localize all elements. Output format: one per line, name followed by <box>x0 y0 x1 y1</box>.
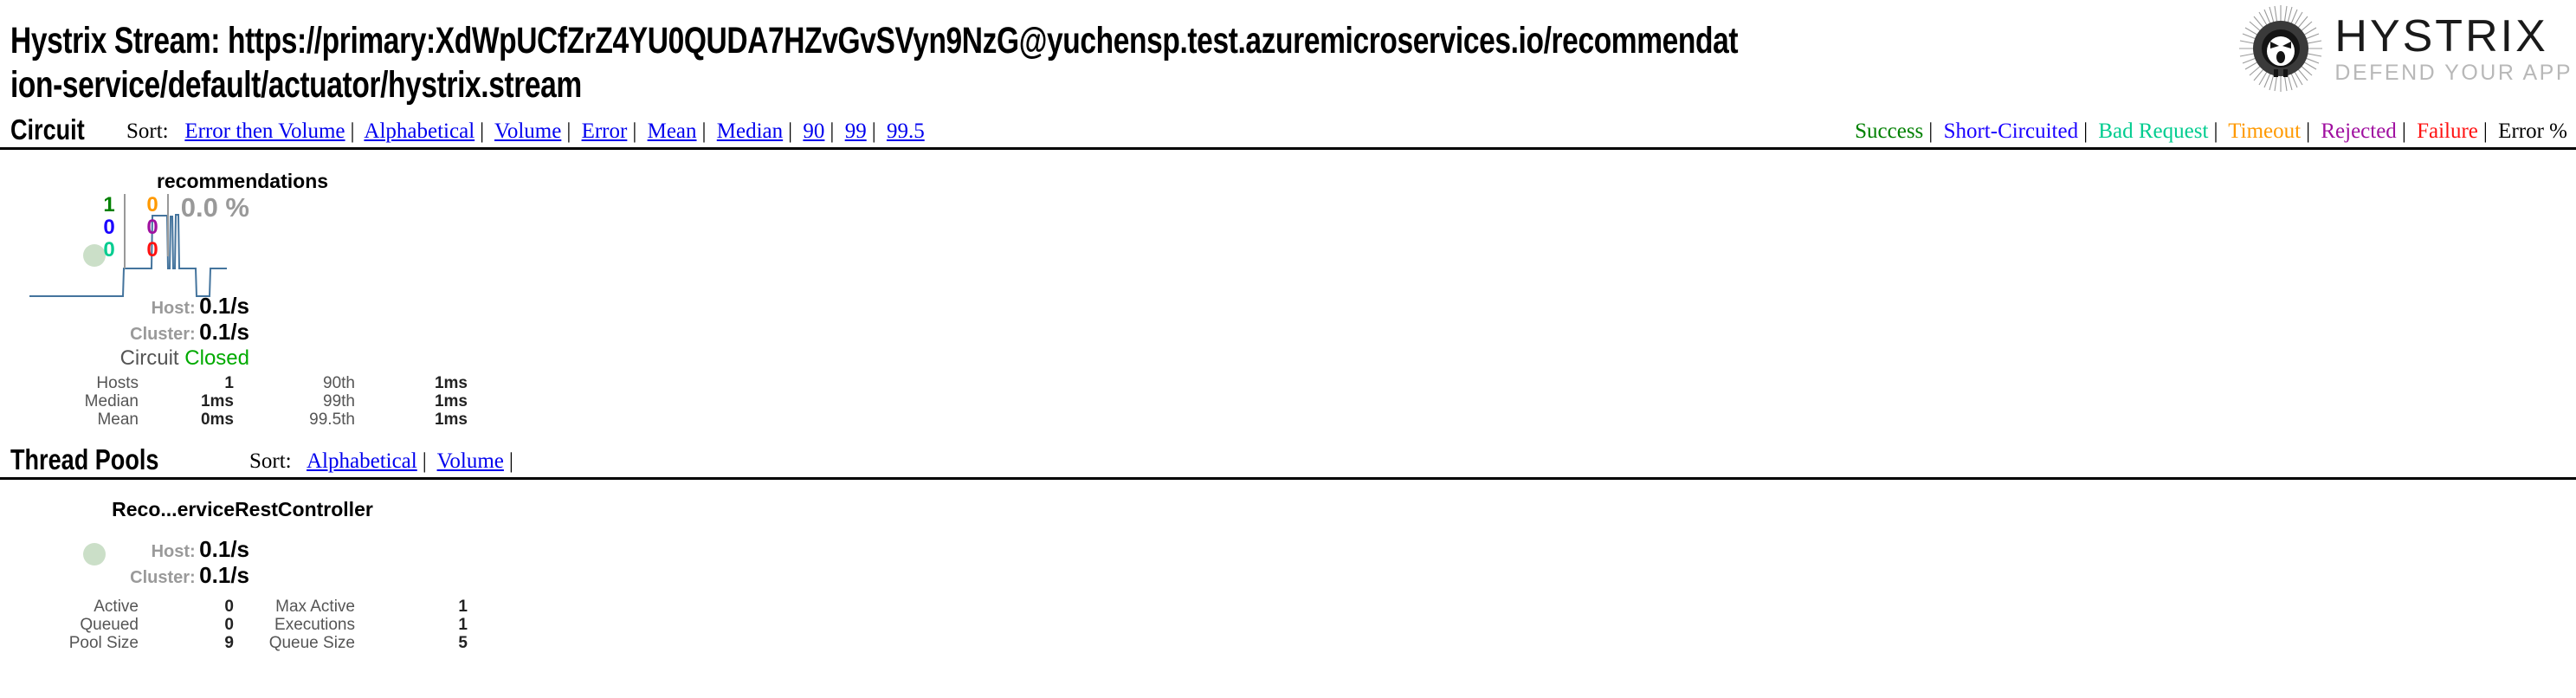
counter-column-left: 1 0 0 <box>91 194 124 262</box>
tp-value-queued: 0 <box>224 616 234 634</box>
legend-bad-request: Bad Request <box>2098 120 2209 143</box>
threadpool-section-header: Thread Pools Sort: Alphabetical | Volume | <box>0 443 2576 480</box>
threadpool-name: Reco...erviceRestController <box>112 498 373 520</box>
circuit-sort-99[interactable]: 99 <box>845 120 867 143</box>
threadpool-monitor-card[interactable]: Reco...erviceRestController Host: 0.1/s … <box>17 498 468 698</box>
tp-value-pool-size: 9 <box>224 634 234 652</box>
threadpool-sort-controls: Sort: Alphabetical | Volume | <box>249 449 513 473</box>
counter-column-right: 0 0 0 <box>134 194 167 262</box>
circuit-sort-995[interactable]: 99.5 <box>887 120 925 143</box>
legend-success: Success <box>1855 120 1924 143</box>
hystrix-porcupine-icon <box>2239 5 2323 92</box>
table-row: Queued 0 Executions 1 <box>17 616 468 634</box>
threadpool-stats-table: Active 0 Max Active 1 Queued 0 Execution… <box>17 598 468 652</box>
tp-value-max-active: 1 <box>458 598 468 616</box>
tp-label-max-active: Max Active <box>275 598 355 616</box>
circuit-legend: Success | Short-Circuited | Bad Request | T… <box>1855 120 2567 143</box>
stat-label-995th: 99.5th <box>309 410 355 429</box>
counter-divider-1 <box>123 194 126 268</box>
threadpool-host-rate-row: Host: 0.1/s <box>152 536 249 563</box>
circuit-sort-label: Sort: <box>126 120 169 143</box>
table-row: Pool Size 9 Queue Size 5 <box>17 634 468 652</box>
circuit-sort-alphabetical[interactable]: Alphabetical <box>364 120 475 143</box>
hystrix-dashboard: Hystrix Stream: https://primary:XdWpUCfZ… <box>0 0 2576 698</box>
legend-short-circuited: Short-Circuited <box>1943 120 2079 143</box>
stream-url: https://primary:XdWpUCfZrZ4YU0QUDA7HZvGv… <box>10 20 1739 106</box>
threadpool-sort-alphabetical[interactable]: Alphabetical <box>307 449 417 473</box>
tp-value-queue-size: 5 <box>458 634 468 652</box>
table-row: Active 0 Max Active 1 <box>17 598 468 616</box>
stream-title-prefix: Hystrix Stream: <box>10 20 221 61</box>
stat-value-995th: 1ms <box>434 410 468 429</box>
stat-label-99th: 99th <box>323 392 355 410</box>
tp-label-active: Active <box>94 598 139 616</box>
legend-failure: Failure <box>2417 120 2478 143</box>
stat-value-99th: 1ms <box>434 392 468 410</box>
counter-success: 1 <box>103 193 115 217</box>
stat-label-mean: Mean <box>97 410 139 429</box>
circuit-state-value: Closed <box>184 346 249 370</box>
circuit-name: recommendations <box>156 170 329 192</box>
logo-wordmark: HYSTRIX <box>2334 10 2548 61</box>
threadpool-cluster-rate-row: Cluster: 0.1/s <box>130 562 249 589</box>
logo-tagline: DEFEND YOUR APP <box>2334 60 2573 85</box>
circuit-cluster-rate: 0.1/s <box>199 319 249 345</box>
threadpool-cluster-label: Cluster: <box>130 568 196 587</box>
page-title: Hystrix Stream: https://primary:XdWpUCfZ… <box>10 19 1740 107</box>
circuit-sort-volume[interactable]: Volume <box>494 120 561 143</box>
counter-rejected: 0 <box>146 216 158 239</box>
tp-label-executions: Executions <box>274 616 355 634</box>
threadpool-host-label: Host: <box>151 542 196 561</box>
table-row: Mean 0ms 99.5th 1ms <box>17 410 468 429</box>
circuit-sort-mean[interactable]: Mean <box>648 120 697 143</box>
threadpool-host-rate: 0.1/s <box>199 536 249 562</box>
circuit-stats-table: Hosts 1 90th 1ms Median 1ms 99th 1ms Mea… <box>17 374 468 429</box>
threadpool-cluster-rate: 0.1/s <box>199 562 249 588</box>
circuit-host-rate-row: Host: 0.1/s <box>152 293 249 320</box>
circuit-cluster-rate-row: Cluster: 0.1/s <box>130 319 249 346</box>
stat-value-median: 1ms <box>200 392 234 410</box>
counter-timeout: 0 <box>146 193 158 217</box>
legend-rejected: Rejected <box>2321 120 2397 143</box>
tp-value-executions: 1 <box>458 616 468 634</box>
circuit-host-label: Host: <box>151 299 196 318</box>
circuit-section-header: Circuit Sort: Error then Volume | Alphabe… <box>0 113 2576 150</box>
table-row: Hosts 1 90th 1ms <box>17 374 468 392</box>
tp-value-active: 0 <box>224 598 234 616</box>
circuit-state-row: Circuit Closed <box>120 346 249 371</box>
stat-label-90th: 90th <box>323 374 355 392</box>
threadpool-sort-label: Sort: <box>249 449 292 473</box>
counter-failure: 0 <box>146 238 158 262</box>
counter-divider-2 <box>166 194 169 256</box>
stat-value-mean: 0ms <box>200 410 234 429</box>
circuit-section-title: Circuit <box>10 113 85 145</box>
threadpool-section-title: Thread Pools <box>10 443 159 475</box>
circuit-sort-90[interactable]: 90 <box>803 120 824 143</box>
stat-value-90th: 1ms <box>434 374 468 392</box>
tp-label-queue-size: Queue Size <box>268 634 355 652</box>
circuit-cluster-label: Cluster: <box>130 325 196 344</box>
counter-short-circuited: 0 <box>103 216 115 239</box>
stat-label-median: Median <box>84 392 139 410</box>
circuit-state-label: Circuit <box>119 346 179 370</box>
circuit-sort-error-then-volume[interactable]: Error then Volume <box>184 120 345 143</box>
circuit-error-percent: 0.0 % <box>180 192 249 223</box>
legend-error-percent: Error % <box>2498 120 2567 143</box>
threadpool-health-indicator <box>83 543 106 566</box>
hystrix-logo: HYSTRIX DEFEND YOUR APP <box>2236 2 2573 95</box>
stat-value-hosts: 1 <box>224 374 234 392</box>
circuit-monitor-card[interactable]: recommendations 1 0 0 0 0 0 0.0 % Host: … <box>17 170 468 429</box>
tp-label-pool-size: Pool Size <box>68 634 139 652</box>
table-row: Median 1ms 99th 1ms <box>17 392 468 410</box>
circuit-host-rate: 0.1/s <box>199 293 249 319</box>
counter-bad-request: 0 <box>103 238 115 262</box>
circuit-sort-median[interactable]: Median <box>717 120 783 143</box>
circuit-counter-grid: 1 0 0 0 0 0 0.0 % <box>91 194 249 268</box>
legend-timeout: Timeout <box>2228 120 2302 143</box>
circuit-sort-controls: Sort: Error then Volume | Alphabetical | V… <box>126 120 925 143</box>
threadpool-sort-volume[interactable]: Volume <box>437 449 504 473</box>
tp-label-queued: Queued <box>80 616 139 634</box>
circuit-sort-error[interactable]: Error <box>582 120 628 143</box>
stat-label-hosts: Hosts <box>96 374 139 392</box>
